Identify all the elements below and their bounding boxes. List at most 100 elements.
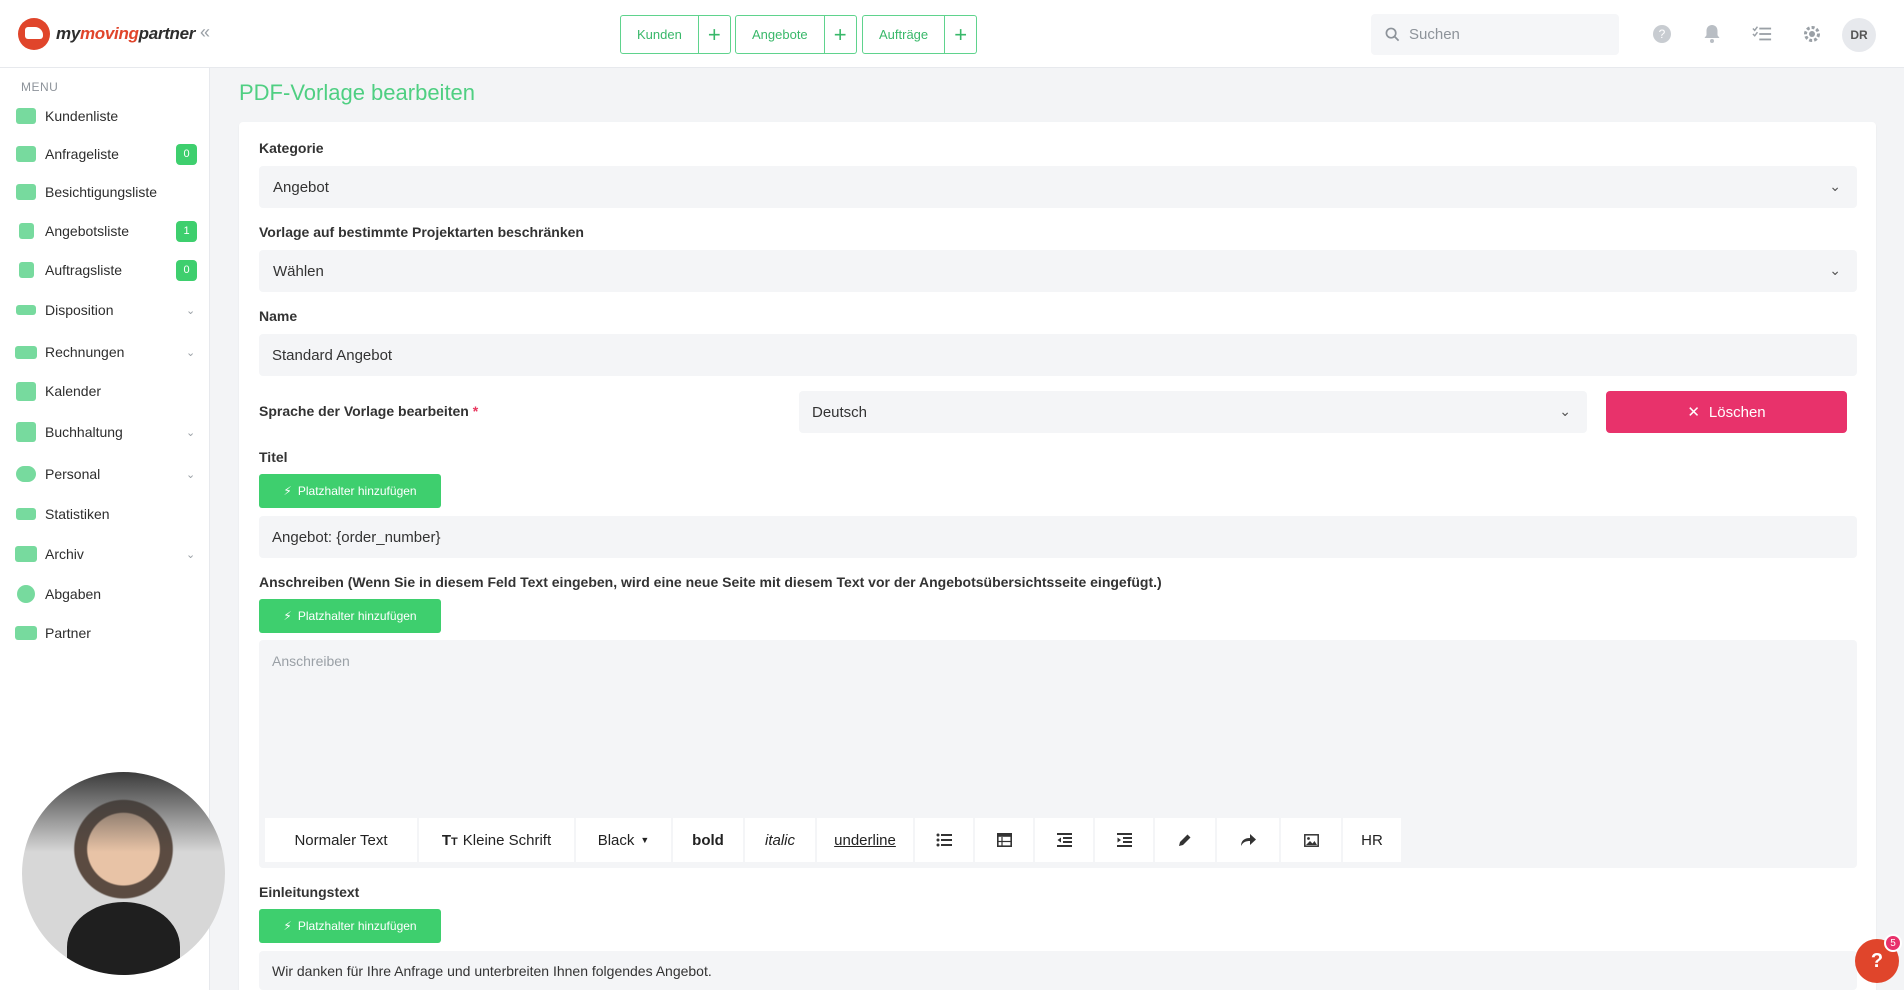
delete-button[interactable]: ✕ Löschen (1606, 391, 1847, 433)
titel-input[interactable] (272, 528, 1857, 546)
quick-auftraege-button[interactable]: Aufträge (862, 15, 946, 54)
quick-angebote-button[interactable]: Angebote (735, 15, 825, 54)
sidebar-item-abgaben[interactable]: Abgaben (0, 576, 210, 612)
italic-button[interactable]: italic (745, 818, 815, 862)
sidebar-item-label: Angebotsliste (45, 223, 130, 239)
add-angebot-icon[interactable]: + (824, 15, 857, 54)
sprache-label-text: Sprache der Vorlage bearbeiten (259, 403, 469, 419)
sidebar-item-angebotsliste[interactable]: Angebotsliste 1 (0, 213, 210, 249)
bell-icon[interactable] (1702, 24, 1722, 44)
text-size-icon: TT (441, 831, 458, 849)
horizontal-rule-button[interactable]: HR (1343, 818, 1401, 862)
sidebar-item-label: Besichtigungsliste (45, 184, 158, 200)
logo[interactable]: mymovingpartner (18, 16, 195, 52)
einleitung-text: Wir danken für Ihre Anfrage und unterbre… (272, 962, 712, 979)
page-title: PDF-Vorlage bearbeiten (239, 80, 476, 105)
sidebar-item-statistiken[interactable]: Statistiken (0, 496, 210, 532)
add-auftrag-icon[interactable]: + (945, 15, 978, 54)
sidebar-item-anfrageliste[interactable]: Anfrageliste 0 (0, 136, 210, 172)
titel-placeholder-button[interactable]: ⚡ Platzhalter hinzufügen (259, 474, 441, 508)
chevron-down-icon: ⌄ (1829, 262, 1841, 278)
anschreiben-placeholder-button[interactable]: ⚡ Platzhalter hinzufügen (259, 599, 441, 633)
name-label: Name (259, 308, 298, 324)
sidebar-item-rechnungen[interactable]: Rechnungen ⌄ (0, 334, 210, 370)
outdent-icon[interactable] (1035, 818, 1093, 862)
name-field[interactable] (259, 334, 1857, 376)
image-icon[interactable] (1281, 818, 1341, 862)
task-list-icon[interactable] (1752, 24, 1772, 44)
sidebar-item-kundenliste[interactable]: Kundenliste (0, 98, 210, 134)
anschreiben-editor: Normaler Text TTKleine Schrift Black ▼ bo… (259, 640, 1857, 868)
placeholder-button-label: Platzhalter hinzufügen (297, 919, 417, 933)
sidebar-item-label: Personal (45, 466, 101, 482)
titel-field[interactable] (259, 516, 1857, 558)
bold-button[interactable]: bold (673, 818, 743, 862)
placeholder-button-label: Platzhalter hinzufügen (297, 484, 417, 498)
search-input[interactable] (1409, 26, 1599, 43)
sidebar-item-archiv[interactable]: Archiv ⌄ (0, 536, 210, 572)
calculator-icon (14, 420, 38, 444)
sidebar-item-buchhaltung[interactable]: Buchhaltung ⌄ (0, 414, 210, 450)
sprache-value: Deutsch (812, 403, 868, 421)
sidebar-item-partner[interactable]: Partner (0, 615, 210, 651)
house-icon (14, 180, 38, 204)
chevron-down-icon: ⌄ (186, 548, 196, 561)
calendar-icon (14, 379, 38, 403)
quick-action-angebote: Angebote + (735, 15, 857, 54)
sidebar-item-kalender[interactable]: Kalender (0, 373, 210, 409)
einleitung-placeholder-button[interactable]: ⚡ Platzhalter hinzufügen (259, 909, 441, 943)
color-label: Black (597, 831, 635, 849)
inbox-icon (14, 142, 38, 166)
einleitung-label: Einleitungstext (259, 884, 360, 900)
sidebar-item-besichtigungsliste[interactable]: Besichtigungsliste (0, 174, 210, 210)
anschreiben-textarea[interactable] (259, 640, 1857, 815)
kategorie-value: Angebot (273, 178, 329, 196)
chevron-down-icon: ⌄ (1829, 178, 1841, 194)
help-icon[interactable]: ? (1652, 24, 1672, 44)
redo-icon[interactable] (1217, 818, 1279, 862)
sidebar-item-label: Kalender (45, 383, 102, 399)
chevron-down-icon: ⌄ (186, 468, 196, 481)
sidebar-item-label: Archiv (45, 546, 84, 562)
kategorie-select[interactable]: Angebot ⌄ (259, 166, 1857, 208)
count-badge: 0 (176, 143, 197, 165)
gear-icon[interactable] (1802, 24, 1822, 44)
close-icon: ✕ (1687, 404, 1700, 421)
indent-icon[interactable] (1095, 818, 1153, 862)
sidebar-item-disposition[interactable]: Disposition ⌄ (0, 292, 210, 328)
bullet-list-icon[interactable] (915, 818, 973, 862)
disposition-icon (14, 298, 38, 322)
sidebar-item-auftragsliste[interactable]: Auftragsliste 0 (0, 252, 210, 288)
einleitung-field[interactable]: Wir danken für Ihre Anfrage und unterbre… (259, 951, 1857, 990)
network-icon (14, 582, 38, 606)
projektarten-select[interactable]: Wählen ⌄ (259, 250, 1857, 292)
chevron-down-icon: ⌄ (186, 426, 196, 439)
pencil-icon[interactable] (1155, 818, 1215, 862)
chevron-down-icon: ⌄ (186, 346, 196, 359)
svg-text:?: ? (1659, 27, 1666, 41)
underline-button[interactable]: underline (817, 818, 913, 862)
help-widget-badge: 5 (1884, 934, 1902, 952)
editor-toolbar: Normaler Text TT Kleine Schrift Black ▼ bo… (265, 818, 1401, 862)
users-icon (14, 104, 38, 128)
table-icon[interactable] (975, 818, 1033, 862)
sidebar-item-label: Kundenliste (45, 108, 119, 124)
name-input[interactable] (272, 346, 1857, 364)
avatar[interactable]: DR (1842, 18, 1876, 52)
normal-text-button[interactable]: Normaler Text (265, 818, 417, 862)
caret-down-icon: ▼ (640, 835, 650, 845)
color-select[interactable]: Black ▼ (576, 818, 671, 862)
sidebar-item-label: Buchhaltung (45, 424, 123, 440)
webcam-overlay (22, 772, 225, 975)
quick-kunden-button[interactable]: Kunden (620, 15, 699, 54)
sprache-select[interactable]: Deutsch ⌄ (799, 391, 1587, 433)
sidebar-item-label: Anfrageliste (45, 146, 119, 162)
lightning-icon: ⚡ (283, 609, 292, 623)
small-font-button[interactable]: TT Kleine Schrift (419, 818, 574, 862)
small-font-label: Kleine Schrift (462, 831, 552, 849)
chevron-down-icon: ⌄ (1559, 403, 1571, 419)
collapse-sidebar-icon[interactable]: « (200, 22, 210, 43)
sidebar-item-personal[interactable]: Personal ⌄ (0, 456, 210, 492)
add-kunde-icon[interactable]: + (698, 15, 731, 54)
handshake-icon (14, 621, 38, 645)
